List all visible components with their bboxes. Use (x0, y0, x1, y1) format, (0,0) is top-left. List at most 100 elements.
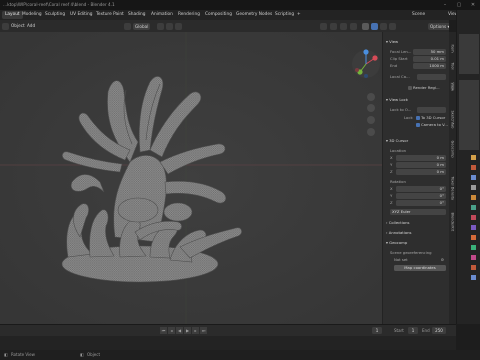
loc-z-label: Z (390, 169, 393, 174)
scene-selector[interactable]: Scene (412, 10, 425, 20)
tab-view[interactable]: View (450, 82, 455, 91)
play-icon[interactable]: ▶ (184, 327, 191, 334)
geocomp-header[interactable]: ▾ Geocomp (386, 240, 446, 246)
lock-to-object-label: Lock to O... (390, 107, 412, 112)
workspace-bar: Layout Modeling Sculpting UV Editing Tex… (0, 10, 480, 20)
3d-cursor-header[interactable]: ▾ 3D Cursor (386, 138, 446, 144)
jump-start-icon[interactable]: ⏮ (160, 327, 167, 334)
rot-x-field[interactable]: 0° (396, 186, 446, 192)
scene-georef-label: Scene georeferencing (390, 250, 432, 255)
tab-blenderkit[interactable]: BlenderKit (451, 213, 455, 232)
rendered-shading-icon[interactable] (389, 22, 396, 30)
proportional-edit-icon[interactable] (175, 22, 182, 30)
tab-texture-paint[interactable]: Texture Paint (96, 10, 124, 20)
tab-animation[interactable]: Animation (151, 10, 173, 20)
timeline[interactable]: 4050607080901001101201301401501601701801… (0, 324, 456, 351)
gizmo-toggle-icon[interactable] (330, 22, 337, 30)
clip-end-label: End (390, 63, 398, 68)
loc-x-field[interactable]: 0 m (396, 155, 446, 161)
rot-y-label: Y (390, 193, 393, 198)
render-region-checkbox[interactable]: Render Regi... (408, 85, 440, 91)
mouse-hint-icon-2: ◧ (80, 352, 84, 357)
overlay-toggle-icon[interactable] (340, 22, 347, 30)
collections-header[interactable]: › Collections (386, 220, 446, 226)
play-reverse-icon[interactable]: ◀ (176, 327, 183, 334)
current-frame-field[interactable]: 1 (372, 327, 382, 334)
status-rotate-view: Rotate View (11, 352, 35, 357)
tab-modeling[interactable]: Modeling (22, 10, 42, 20)
tab-rendering[interactable]: Rendering (178, 10, 200, 20)
clip-end-field[interactable]: 1000 m (413, 63, 446, 69)
transform-orientation-icon[interactable] (124, 22, 131, 30)
tab-uv-editing[interactable]: UV Editing (70, 10, 92, 20)
wireframe-shading-icon[interactable] (362, 22, 369, 30)
pivot-icon[interactable] (157, 22, 164, 30)
loc-z-field[interactable]: 0 m (396, 169, 446, 175)
local-camera-label: Local Ca... (390, 74, 410, 79)
mouse-hint-icon: ◧ (4, 352, 8, 357)
tab-tool[interactable]: Tool (451, 63, 455, 70)
jump-end-icon[interactable]: ⏭ (200, 327, 207, 334)
not-set-label: Not set (394, 257, 408, 262)
material-shading-icon[interactable] (380, 22, 387, 30)
rotation-label: Rotation (390, 179, 406, 184)
tab-sculpting[interactable]: Sculpting (45, 10, 65, 20)
next-key-icon[interactable]: ▸ (192, 327, 199, 334)
rot-y-field[interactable]: 0° (396, 193, 446, 199)
3d-viewport[interactable] (0, 32, 382, 324)
transform-orientation-select[interactable]: Global (133, 22, 151, 30)
clip-start-label: Clip Start (390, 56, 408, 61)
editor-type-icon[interactable] (2, 22, 9, 30)
rotation-mode-select[interactable]: XYZ Euler (390, 209, 446, 215)
tab-texel-density[interactable]: Texel Density (451, 177, 455, 201)
lock-to-object-field[interactable] (417, 107, 446, 113)
start-frame-field[interactable]: 1 (408, 327, 418, 334)
loc-x-label: X (390, 155, 393, 160)
lock-3d-cursor-checkbox[interactable]: To 3D Cursor (416, 115, 445, 121)
end-frame-label: End (422, 328, 430, 333)
playback-controls: ⏮ ◂ ◀ ▶ ▸ ⏭ (160, 327, 207, 334)
annotations-header[interactable]: › Annotations (386, 230, 446, 236)
solid-shading-icon[interactable] (371, 22, 378, 30)
focal-length-label: Focal Len... (390, 49, 412, 54)
sidebar-tabs: Item Tool View Sketchfab Geocomp Texel D… (449, 32, 456, 324)
tab-sketchfab[interactable]: Sketchfab (451, 111, 455, 129)
loc-y-field[interactable]: 0 m (396, 162, 446, 168)
tab-compositing[interactable]: Compositing (205, 10, 232, 20)
xray-toggle-icon[interactable] (350, 22, 357, 30)
map-coordinates-button[interactable]: Map coordinates (394, 265, 446, 271)
local-camera-field[interactable] (417, 74, 446, 80)
tab-layout[interactable]: Layout (2, 11, 23, 19)
tab-geometry-nodes[interactable]: Geometry Nodes (236, 10, 272, 20)
window-title: …ktop\WIP\coral-reef\Coral reef 4\blend … (3, 2, 115, 7)
rot-z-field[interactable]: 0° (396, 200, 446, 206)
rot-x-label: X (390, 186, 393, 191)
visibility-icon[interactable] (320, 22, 327, 30)
menu-object[interactable]: Object (11, 20, 25, 32)
snap-icon[interactable] (166, 22, 173, 30)
status-object: Object (87, 352, 101, 357)
viewport-header: Object Add Global Options ▾ (0, 20, 449, 32)
prev-key-icon[interactable]: ◂ (168, 327, 175, 334)
options-button[interactable]: Options ▾ (428, 22, 449, 30)
menu-add[interactable]: Add (27, 20, 35, 32)
maximize-icon[interactable]: ▢ (452, 0, 466, 10)
close-icon[interactable]: ✕ (466, 0, 480, 10)
tab-shading[interactable]: Shading (128, 10, 145, 20)
tab-geocomp[interactable]: Geocomp (451, 141, 455, 158)
lock-camera-checkbox[interactable]: Camera to V... (416, 122, 448, 128)
view-section-header[interactable]: ▾ View (386, 39, 446, 45)
tab-item[interactable]: Item (451, 45, 455, 53)
view-lock-header[interactable]: ▾ View Lock (386, 97, 446, 103)
settings-icon[interactable]: ⚙ (441, 257, 444, 263)
tab-scripting[interactable]: Scripting (275, 10, 294, 20)
status-bar: ◧ Rotate View ◧ Object (0, 350, 480, 360)
clip-start-field[interactable]: 0.01 m (413, 56, 446, 62)
properties-editor-strip[interactable] (456, 10, 480, 324)
end-frame-field[interactable]: 250 (432, 327, 446, 334)
start-frame-label: Start (394, 328, 404, 333)
lock-label: Lock (404, 115, 413, 120)
focal-length-field[interactable]: 50 mm (413, 49, 446, 55)
add-workspace-icon[interactable]: + (297, 10, 301, 20)
minimize-icon[interactable]: – (438, 0, 452, 10)
